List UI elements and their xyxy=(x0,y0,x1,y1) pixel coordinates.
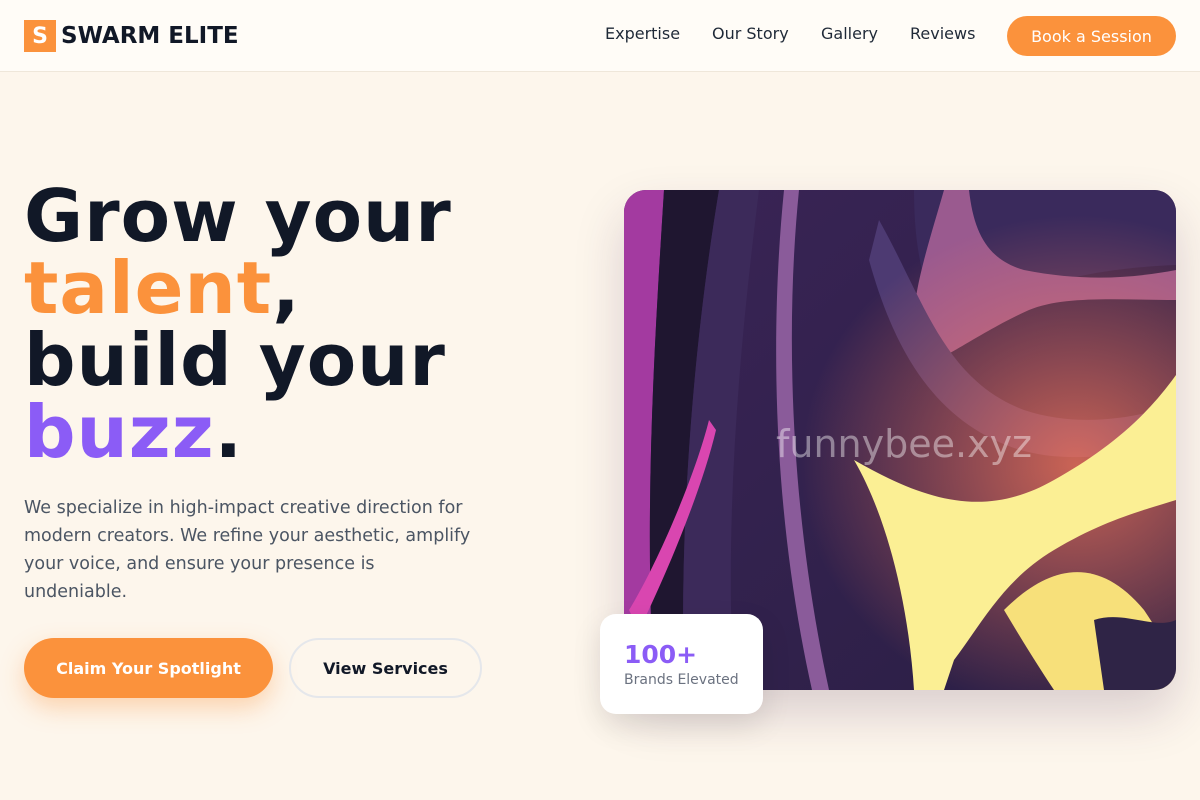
nav-link-expertise[interactable]: Expertise xyxy=(605,24,680,43)
hero-description: We specialize in high-impact creative di… xyxy=(24,498,471,602)
headline-period: . xyxy=(214,390,243,474)
nav-link-gallery[interactable]: Gallery xyxy=(821,24,878,43)
hero-headline: Grow your talent, build your buzz. xyxy=(24,180,584,468)
stat-value: 100+ xyxy=(624,640,698,669)
nav-link-reviews[interactable]: Reviews xyxy=(910,24,975,43)
book-session-button[interactable]: Book a Session xyxy=(1007,16,1176,56)
claim-spotlight-button[interactable]: Claim Your Spotlight xyxy=(24,638,273,698)
site-header: S SWARM ELITE Expertise Our Story Galler… xyxy=(0,0,1200,72)
nav-link-our-story[interactable]: Our Story xyxy=(712,24,789,43)
logo-mark: S xyxy=(24,20,56,52)
view-services-button[interactable]: View Services xyxy=(289,638,482,698)
headline-highlight-buzz: buzz xyxy=(24,390,215,474)
brand-name: SWARM ELITE xyxy=(61,23,239,49)
image-watermark: funnybee.xyz xyxy=(776,422,1032,466)
brand-logo[interactable]: S SWARM ELITE xyxy=(24,18,239,54)
brands-stat-card: 100+ Brands Elevated xyxy=(600,614,763,714)
stat-label: Brands Elevated xyxy=(624,672,739,688)
